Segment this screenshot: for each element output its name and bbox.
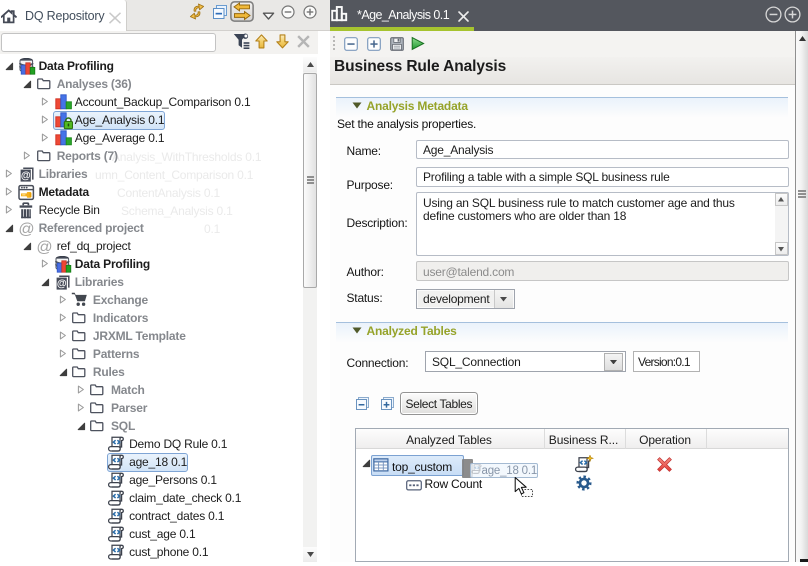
svg-text:@: @ [18,221,34,237]
svg-text:@: @ [21,171,31,182]
svg-text:@: @ [56,279,66,290]
svg-text:@: @ [36,239,52,255]
